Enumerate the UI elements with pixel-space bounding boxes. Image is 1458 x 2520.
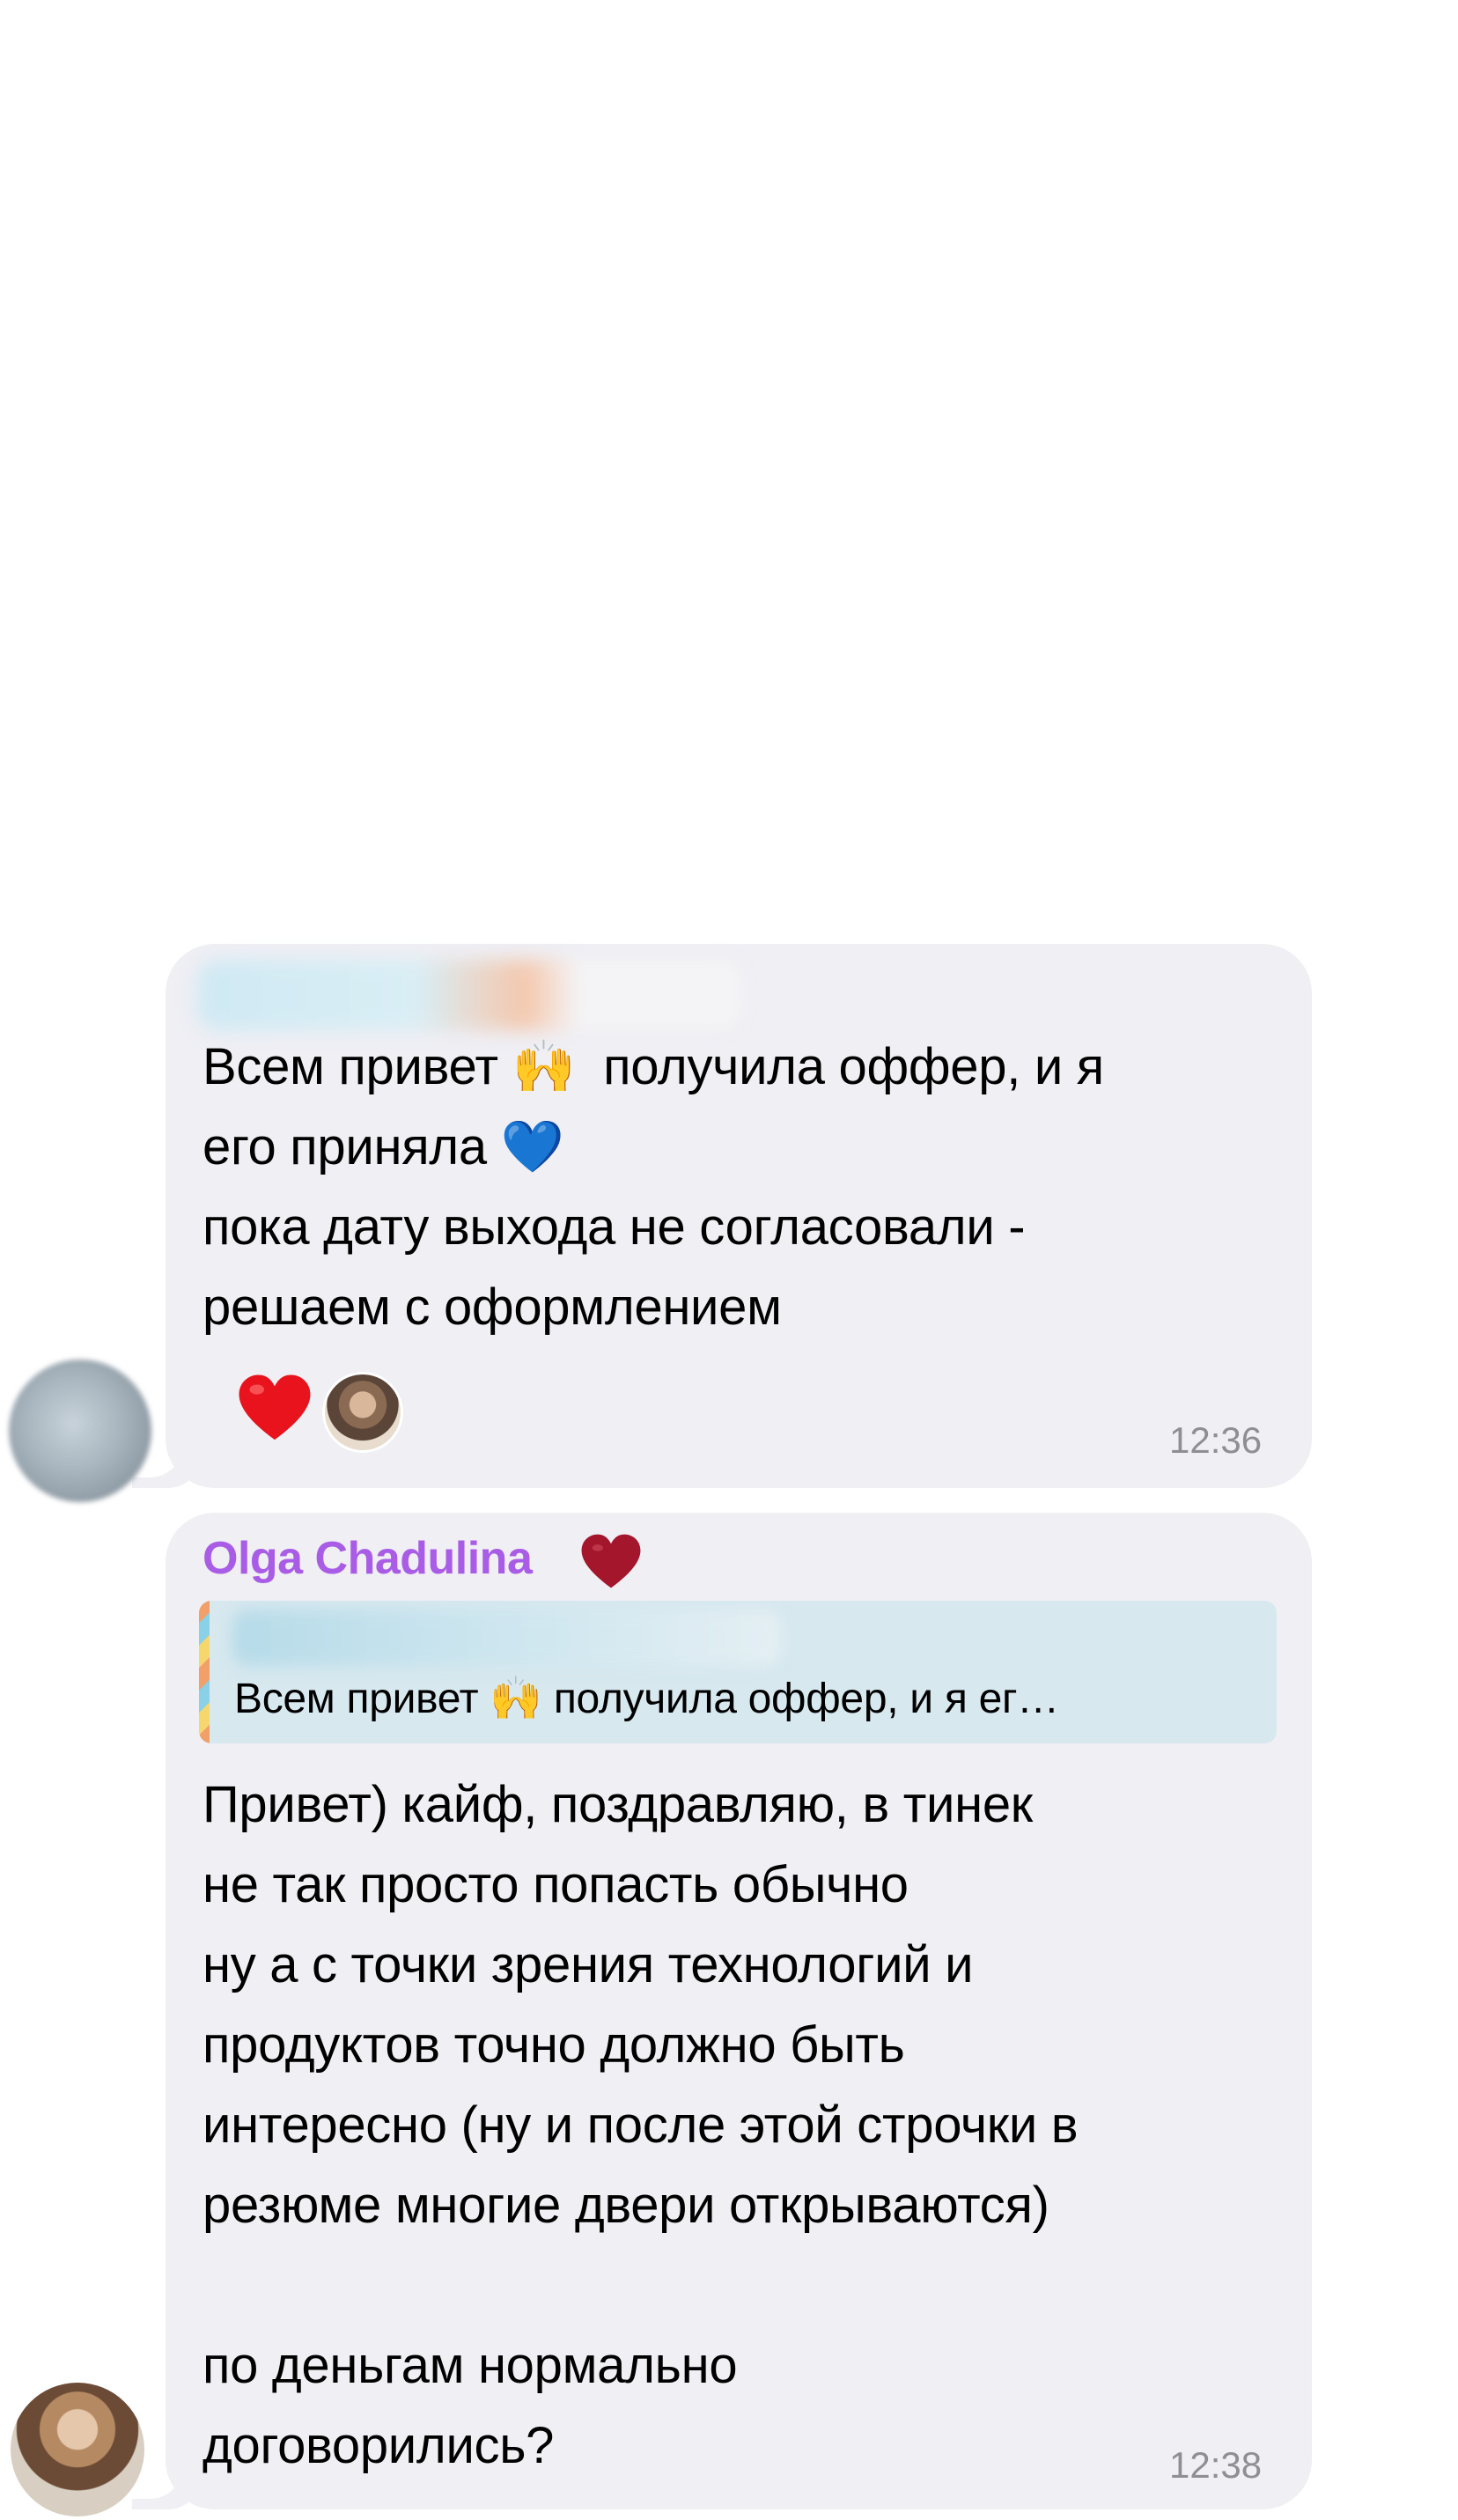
reply-preview-text: Всем привет 🙌 получила оффер, и я ег… [234,1674,1059,1723]
reply-quote[interactable]: Всем привет 🙌 получила оффер, и я ег… [199,1601,1277,1743]
dark-red-heart-icon [581,1534,641,1588]
message-timestamp: 12:38 [1169,2444,1263,2486]
sender-avatar[interactable] [9,1359,151,1502]
sender-name[interactable]: Olga Chadulina [202,1532,533,1585]
sender-name-blurred [197,960,743,1030]
sender-avatar[interactable] [11,2383,144,2516]
blue-heart-emoji: 💙 [500,1116,564,1176]
raising-hands-emoji: 🙌 [512,1036,576,1096]
chat-view: Всем привет 🙌 получила оффер, и я его пр… [0,0,1458,2520]
raising-hands-emoji: 🙌 [490,1674,542,1723]
message-timestamp: 12:36 [1169,1419,1263,1461]
message-text: Всем привет 🙌 получила оффер, и я его пр… [202,1036,1104,1336]
message-text: Привет) кайф, поздравляю, в тинек не так… [202,1776,1079,2474]
reactor-avatar[interactable] [322,1372,403,1453]
reply-sender-blurred [232,1610,782,1666]
reply-accent-bar [199,1601,210,1743]
red-heart-icon[interactable] [234,1370,315,1451]
